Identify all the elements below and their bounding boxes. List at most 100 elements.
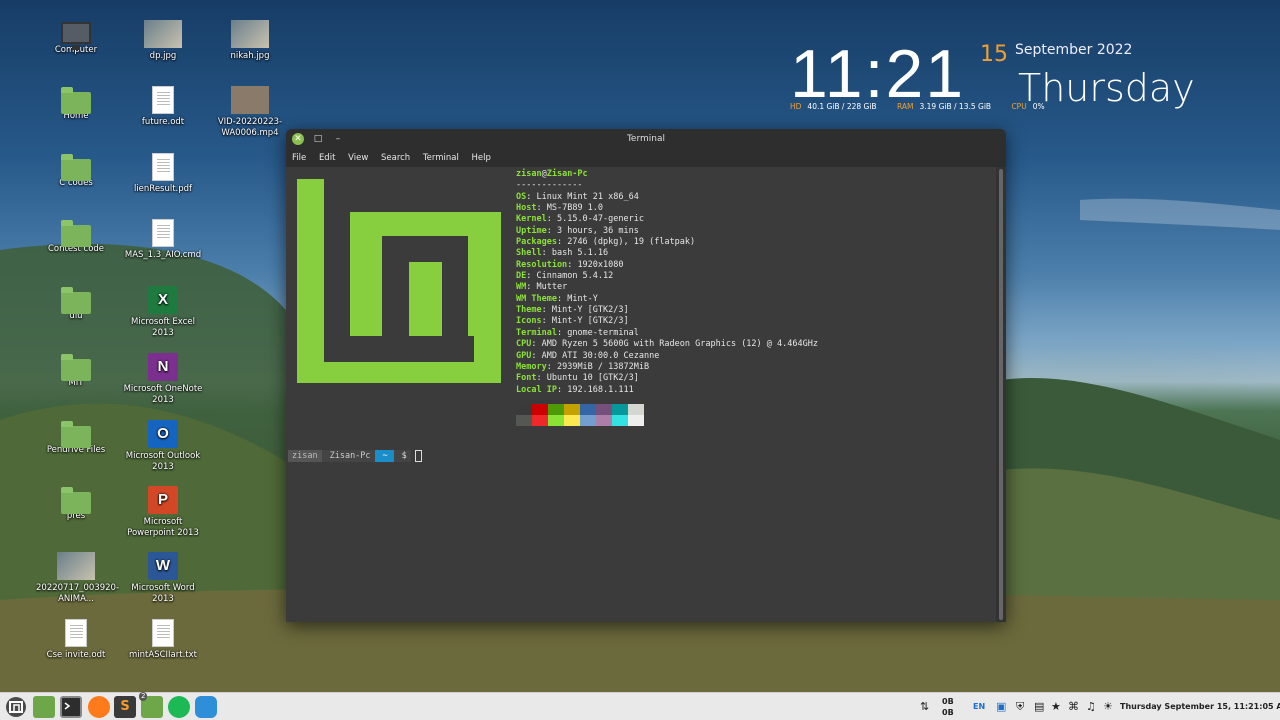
document-icon <box>152 619 174 647</box>
neofetch-key: Local IP <box>516 384 557 395</box>
menu-search[interactable]: Search <box>381 153 410 163</box>
neofetch-key: Theme <box>516 305 542 316</box>
desktop-icon[interactable]: Home <box>36 86 116 122</box>
menu-file[interactable]: File <box>292 153 306 163</box>
network-speed: 0B 0B <box>942 696 954 720</box>
menu-icon[interactable] <box>6 697 26 717</box>
document-icon <box>65 619 87 647</box>
desktop-icon[interactable]: P Microsoft Powerpoint 2013 <box>123 486 203 539</box>
sublime-text-icon[interactable]: S <box>114 696 136 718</box>
terminal-window: ✕ □ – Terminal File Edit View Search Ter… <box>286 129 1006 622</box>
neofetch-key: Shell <box>516 248 542 259</box>
terminal-scrollbar[interactable] <box>996 167 1006 622</box>
neofetch-value: AMD ATI 30:00.0 Cezanne <box>541 350 660 361</box>
notes-icon[interactable]: ▣ <box>996 693 1006 720</box>
terminal-icon[interactable] <box>60 696 82 718</box>
desktop-icon[interactable]: VID-20220223-WA0006.mp4 <box>210 86 290 139</box>
folder-icon <box>61 87 91 114</box>
show-desktop-icon[interactable] <box>33 696 55 718</box>
minimize-icon[interactable]: – <box>332 133 344 145</box>
menu-edit[interactable]: Edit <box>319 153 335 163</box>
menu-view[interactable]: View <box>348 153 368 163</box>
desktop-icon[interactable]: lienResult.pdf <box>123 153 203 195</box>
hd-label: HD <box>790 102 802 111</box>
neofetch-value: Mint-Y <box>567 293 598 304</box>
neofetch-key: Resolution <box>516 259 568 270</box>
music-icon[interactable]: ♫ <box>1086 693 1096 720</box>
network-icon[interactable]: ⌘ <box>1068 693 1079 720</box>
palette-swatch <box>548 415 564 426</box>
firefox-icon[interactable] <box>88 696 110 718</box>
neofetch-key: Uptime <box>516 225 547 236</box>
outlook-icon: O <box>148 420 178 448</box>
neofetch-key: Host <box>516 203 537 214</box>
ram-value: 3.19 GiB / 13.5 GiB <box>919 102 992 111</box>
cpu-label: CPU <box>1011 102 1027 111</box>
desktop-icon[interactable]: X Microsoft Excel 2013 <box>123 286 203 339</box>
desktop-icon[interactable]: Pendrive Files <box>36 420 116 456</box>
document-icon <box>152 86 174 114</box>
neofetch-key: GPU <box>516 350 532 361</box>
palette-swatch <box>564 415 580 426</box>
desktop-icon[interactable]: mintASCIIart.txt <box>123 619 203 661</box>
star-icon[interactable]: ★ <box>1051 693 1061 720</box>
folder-icon <box>61 220 91 247</box>
neofetch-key: Terminal <box>516 327 557 338</box>
keyboard-layout[interactable]: EN <box>973 693 985 720</box>
neofetch-value: Linux Mint 21 x86_64 <box>536 191 639 202</box>
palette-swatch <box>564 404 580 415</box>
palette-swatch <box>580 404 596 415</box>
desktop-icon[interactable]: Cse invite.odt <box>36 619 116 661</box>
desktop-icon[interactable]: Computer <box>36 20 116 56</box>
neofetch-key: Memory <box>516 361 547 372</box>
palette-swatch <box>596 415 612 426</box>
text-cursor <box>414 450 422 462</box>
terminal-titlebar[interactable]: ✕ □ – Terminal <box>286 129 1006 149</box>
desktop-icon[interactable]: MAS_1.3_AIO.cmd <box>123 219 203 261</box>
spotify-icon[interactable] <box>168 696 190 718</box>
edge-icon[interactable] <box>195 696 217 718</box>
terminal-content[interactable]: zisan@Zisan-Pc ------------- OS: Linux M… <box>286 167 996 622</box>
files-icon[interactable]: 2 <box>139 692 163 718</box>
menu-terminal[interactable]: Terminal <box>423 153 459 163</box>
desktop-icon-label: nikah.jpg <box>230 51 270 61</box>
close-icon[interactable]: ✕ <box>292 133 304 145</box>
shield-icon[interactable]: ⛨ <box>1016 693 1024 720</box>
neofetch-key: DE <box>516 271 527 282</box>
desktop-icon[interactable]: nikah.jpg <box>210 20 290 62</box>
desktop-icon[interactable]: pres <box>36 486 116 522</box>
desktop-icon-label: VID-20220223-WA0006.mp4 <box>217 117 283 138</box>
desktop-icon[interactable]: 20220717_003920-ANIMA... <box>36 552 120 605</box>
menu-help[interactable]: Help <box>472 153 491 163</box>
neofetch-key: Font <box>516 373 537 384</box>
desktop-icon[interactable]: N Microsoft OneNote 2013 <box>123 353 203 406</box>
system-stats: HD 40.1 GiB / 228 GiB RAM 3.19 GiB / 13.5 … <box>790 102 1063 111</box>
desktop-icon-label: Microsoft Word 2013 <box>131 583 195 604</box>
neofetch-value: 2746 (dpkg), 19 (flatpak) <box>567 237 696 248</box>
maximize-icon[interactable]: □ <box>312 133 324 145</box>
desktop-icon[interactable]: W Microsoft Word 2013 <box>123 552 203 605</box>
desktop-icon[interactable]: Contest code <box>36 219 116 255</box>
neofetch-user: zisan <box>516 169 542 179</box>
folder-icon <box>61 354 91 381</box>
desktop-icon-label: 20220717_003920-ANIMA... <box>36 583 120 604</box>
desktop-icon[interactable]: O Microsoft Outlook 2013 <box>123 420 203 473</box>
onenote-icon: N <box>148 353 178 381</box>
palette-swatch <box>548 404 564 415</box>
palette-swatch <box>532 415 548 426</box>
hd-value: 40.1 GiB / 228 GiB <box>807 102 877 111</box>
desktop-icon[interactable]: MIT <box>36 353 116 389</box>
folder-icon <box>61 154 91 181</box>
desktop-icon[interactable]: C codes <box>36 153 116 189</box>
folder-icon <box>61 487 91 514</box>
desktop-icon[interactable]: dp.jpg <box>123 20 203 62</box>
taskbar-clock[interactable]: Thursday September 15, 11:21:05 AM <box>1120 693 1280 720</box>
neofetch-value: Ubuntu 10 [GTK2/3] <box>546 373 639 384</box>
desktop-icon-label: MAS_1.3_AIO.cmd <box>124 250 202 260</box>
brightness-icon[interactable]: ☀ <box>1103 693 1113 720</box>
terminal-menubar: File Edit View Search Terminal Help <box>286 149 1006 167</box>
desktop-icon[interactable]: diu <box>36 286 116 322</box>
desktop-icon[interactable]: future.odt <box>123 86 203 128</box>
files-badge: 2 <box>139 692 148 701</box>
clipboard-icon[interactable]: ▤ <box>1034 693 1044 720</box>
